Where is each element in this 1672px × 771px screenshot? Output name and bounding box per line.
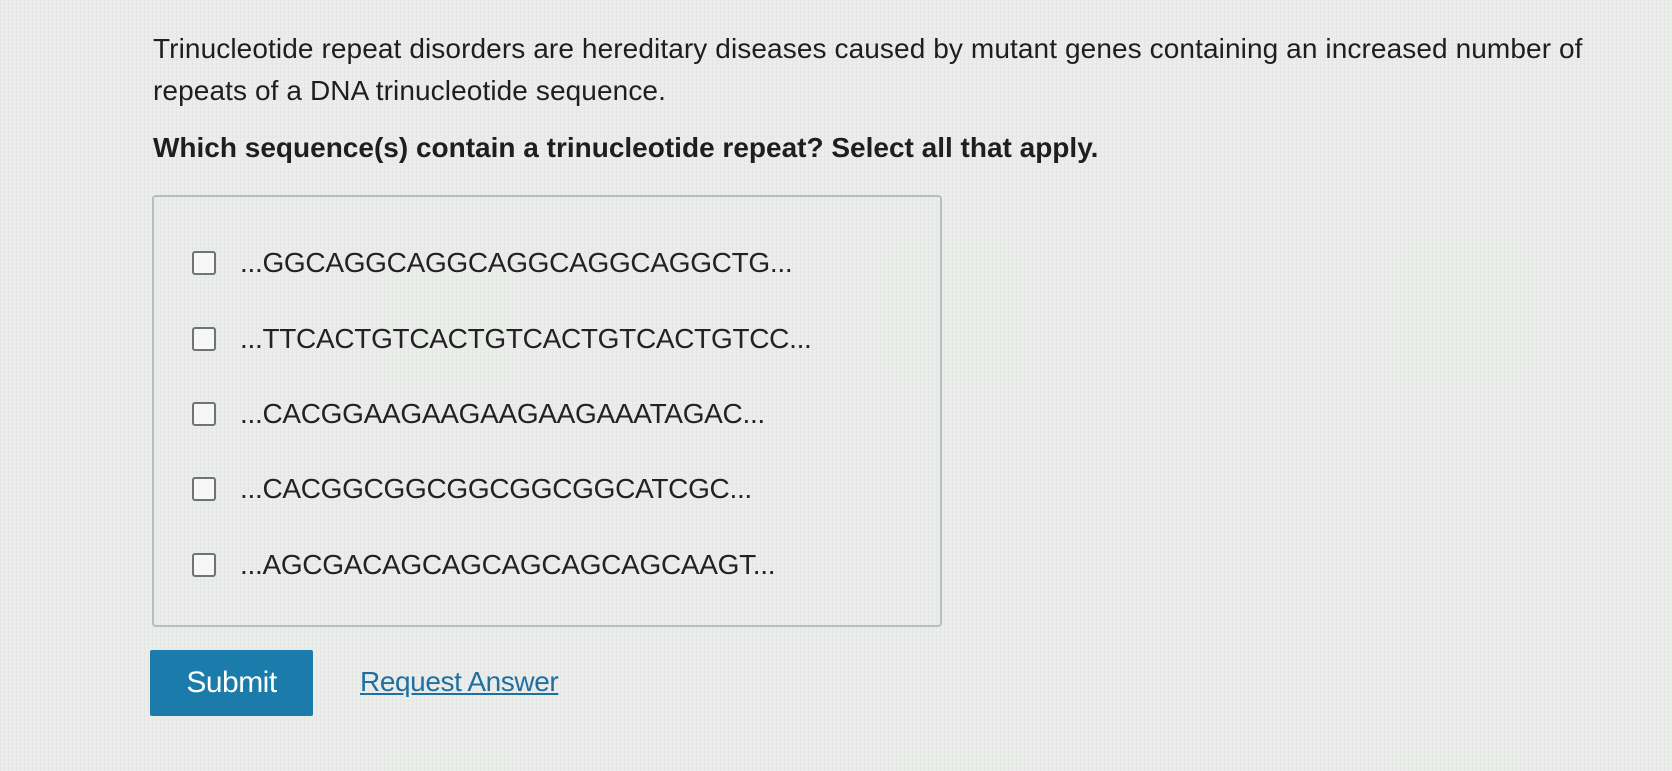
option-1[interactable]: ...GGCAGGCAGGCAGGCAGGCAGGCTG... [192,245,793,281]
option-1-label: ...GGCAGGCAGGCAGGCAGGCAGGCTG... [240,247,793,278]
option-3-label: ...CACGGAAGAAGAAGAAGAAATAGAC... [240,398,765,429]
option-2-label: ...TTCACTGTCACTGTCACTGTCACTGTCC... [240,323,812,354]
option-3[interactable]: ...CACGGAAGAAGAAGAAGAAATAGAC... [192,396,765,432]
option-5[interactable]: ...AGCGACAGCAGCAGCAGCAGCAAGT... [192,547,776,583]
answer-options-group: ...GGCAGGCAGGCAGGCAGGCAGGCTG... ...TTCAC… [152,195,942,627]
option-3-checkbox[interactable] [192,402,216,426]
question-prompt: Which sequence(s) contain a trinucleotid… [153,132,1099,163]
option-5-label: ...AGCGACAGCAGCAGCAGCAGCAAGT... [240,549,776,580]
request-answer-link[interactable]: Request Answer [360,666,559,698]
option-1-checkbox[interactable] [192,251,216,275]
option-2-checkbox[interactable] [192,327,216,351]
option-5-checkbox[interactable] [192,553,216,577]
option-4-checkbox[interactable] [192,477,216,501]
question-block: Trinucleotide repeat disorders are hered… [153,28,1603,168]
submit-button[interactable]: Submit [150,650,313,716]
option-2[interactable]: ...TTCACTGTCACTGTCACTGTCACTGTCC... [192,321,812,357]
option-4[interactable]: ...CACGGCGGCGGCGGCGGCATCGC... [192,471,752,507]
question-intro: Trinucleotide repeat disorders are hered… [153,33,1583,106]
option-4-label: ...CACGGCGGCGGCGGCGGCATCGC... [240,473,752,504]
